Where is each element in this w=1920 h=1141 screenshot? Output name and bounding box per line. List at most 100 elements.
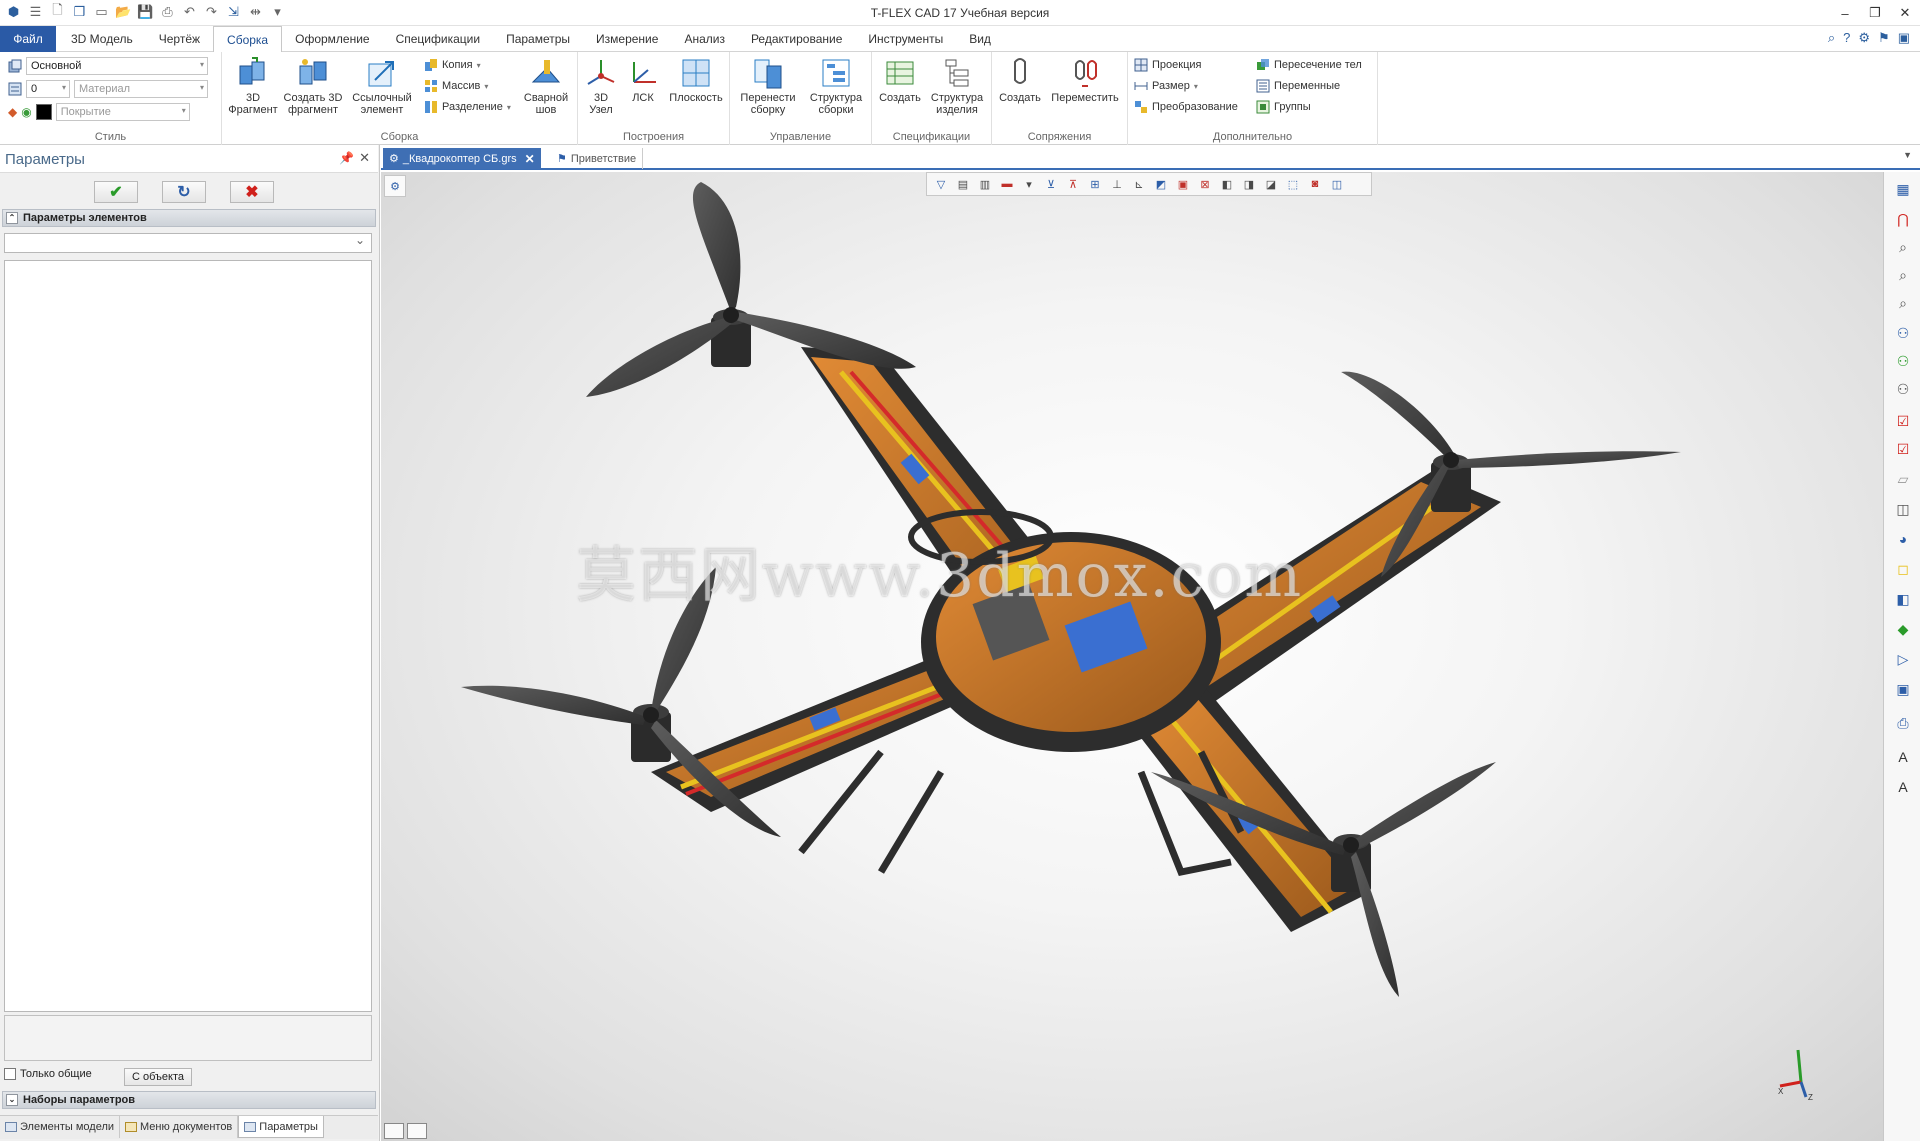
plane-view-icon[interactable]: ▱: [1891, 468, 1915, 490]
color-palette-icon[interactable]: ◉: [21, 105, 31, 119]
layout-icon[interactable]: ▣: [1898, 30, 1910, 46]
box-view-icon[interactable]: ◫: [1891, 498, 1915, 520]
tab-drawing[interactable]: Чертёж: [146, 26, 213, 52]
restore-icon[interactable]: ❐: [1860, 0, 1890, 26]
section-element-params[interactable]: ⌃ Параметры элементов: [2, 209, 376, 227]
search-icon[interactable]: ⌕: [1828, 30, 1835, 46]
cancel-button[interactable]: ✖: [230, 181, 274, 203]
product-structure-button[interactable]: Структура изделия: [926, 56, 988, 116]
show-all-checked-icon[interactable]: ☑: [1891, 438, 1915, 460]
quadcopter-model[interactable]: [381, 172, 1883, 1141]
projection-button[interactable]: Проекция: [1134, 58, 1201, 72]
transfer-assembly-button[interactable]: Перенести сборку: [736, 56, 800, 116]
tab-specifications[interactable]: Спецификации: [383, 26, 493, 52]
tab-3d-model[interactable]: 3D Модель: [58, 26, 146, 52]
create-mate-button[interactable]: Создать: [996, 56, 1044, 104]
tab-view[interactable]: Вид: [956, 26, 1004, 52]
zoom-icon[interactable]: ⌕: [1891, 236, 1915, 258]
flag-icon[interactable]: ⚑: [1878, 30, 1890, 46]
tab-design[interactable]: Оформление: [282, 26, 382, 52]
tab-document-menu[interactable]: Меню документов: [120, 1116, 239, 1138]
transformation-button[interactable]: Преобразование: [1134, 100, 1238, 114]
material-select[interactable]: Материал: [74, 80, 208, 98]
variables-button[interactable]: Переменные: [1256, 79, 1340, 93]
minimize-icon[interactable]: –: [1830, 0, 1860, 26]
yellow-box-icon[interactable]: ◻: [1891, 558, 1915, 580]
expand-icon[interactable]: ⌄: [6, 1094, 18, 1106]
from-object-button[interactable]: С объекта: [124, 1068, 192, 1086]
view-table-icon[interactable]: ▦: [1891, 178, 1915, 200]
body-intersection-button[interactable]: Пересечение тел: [1256, 58, 1362, 72]
tab-model-elements[interactable]: Элементы модели: [0, 1116, 121, 1138]
magnet-icon[interactable]: ⋂: [1891, 208, 1915, 230]
sphere-view-icon[interactable]: ◕: [1891, 528, 1915, 550]
tab-parameters-panel[interactable]: Параметры: [238, 1116, 324, 1138]
pin-icon[interactable]: 📌: [339, 151, 354, 165]
close-window-icon[interactable]: ✕: [1890, 0, 1920, 26]
single-view-icon[interactable]: [384, 1123, 404, 1139]
show-checked-icon[interactable]: ☑: [1891, 410, 1915, 432]
camera-icon[interactable]: ▷: [1891, 648, 1915, 670]
confirm-button[interactable]: ✔: [94, 181, 138, 203]
close-panel-icon[interactable]: ✕: [359, 150, 370, 166]
color-swatch[interactable]: [35, 104, 52, 120]
only-common-label: Только общие: [20, 1068, 92, 1080]
collapse-icon[interactable]: ⌃: [6, 212, 18, 224]
3d-fragment-button[interactable]: 3D Фрагмент: [226, 56, 280, 116]
zoom-fit-icon[interactable]: ⌕: [1891, 292, 1915, 314]
text-large-icon[interactable]: A: [1891, 746, 1915, 768]
palette-icon[interactable]: ◆: [8, 105, 17, 119]
ribbon-group-assembly: 3D Фрагмент Создать 3D фрагмент Ссылочны…: [222, 52, 578, 145]
array-button[interactable]: Массив ▾: [424, 79, 488, 93]
create-spec-button[interactable]: Создать: [876, 56, 924, 104]
element-params-dropdown[interactable]: [4, 233, 372, 253]
view-glasses-2-icon[interactable]: ⚇: [1891, 350, 1915, 372]
only-common-checkbox[interactable]: [4, 1068, 16, 1080]
tab-analysis[interactable]: Анализ: [671, 26, 738, 52]
move-mate-button[interactable]: Переместить: [1048, 56, 1122, 104]
split-label: Разделение: [442, 101, 503, 113]
tab-measurement[interactable]: Измерение: [583, 26, 671, 52]
cube-green-icon[interactable]: ◆: [1891, 618, 1915, 640]
tab-file[interactable]: Файл: [0, 26, 56, 52]
doc-tab-quadcopter[interactable]: ⚙ _Квадрокоптер СБ.grs ✕: [383, 148, 541, 169]
3d-node-button[interactable]: 3D Узел: [582, 56, 620, 116]
tab-editing[interactable]: Редактирование: [738, 26, 855, 52]
tab-assembly[interactable]: Сборка: [213, 26, 283, 53]
refresh-button[interactable]: ↻: [162, 181, 206, 203]
plane-button[interactable]: Плоскость: [666, 56, 726, 104]
tab-parameters[interactable]: Параметры: [493, 26, 583, 52]
layer-select[interactable]: Основной: [26, 57, 208, 75]
close-tab-icon[interactable]: ✕: [525, 152, 535, 166]
split-dropdown-icon: ▾: [506, 102, 511, 112]
groups-button[interactable]: Группы: [1256, 100, 1311, 114]
gear-icon[interactable]: ⚙: [1858, 30, 1870, 46]
screenshot-icon[interactable]: ▣: [1891, 678, 1915, 700]
reference-element-button[interactable]: Ссылочный элемент: [348, 56, 416, 116]
coating-select[interactable]: Покрытие: [55, 103, 190, 121]
help-icon[interactable]: ?: [1843, 30, 1850, 46]
dimension-button[interactable]: Размер ▾: [1134, 79, 1198, 93]
weld-seam-button[interactable]: Сварной шов: [518, 56, 574, 116]
create-3d-fragment-button[interactable]: Создать 3D фрагмент: [282, 56, 344, 116]
doc-tab-welcome[interactable]: ⚑ Приветствие: [551, 148, 644, 169]
assembly-structure-button[interactable]: Структура сборки: [804, 56, 868, 116]
copy-button[interactable]: Копия ▾: [424, 58, 481, 72]
lcs-button[interactable]: ЛСК: [624, 56, 662, 104]
tab-tools[interactable]: Инструменты: [855, 26, 956, 52]
parameters-list[interactable]: [4, 260, 372, 1012]
split-view-icon[interactable]: [407, 1123, 427, 1139]
checkmark-icon: ✔: [109, 184, 123, 201]
3d-viewport[interactable]: ⚙ ▽ ▤ ▥ ▬ ▾ ⊻ ⊼ ⊞ ⊥ ⊾ ◩ ▣ ⊠ ◧ ◨ ◪ ⬚ ◙ ◫: [381, 172, 1883, 1141]
view-glasses-icon[interactable]: ⚇: [1891, 322, 1915, 344]
level-stepper[interactable]: 0: [26, 80, 70, 98]
tabs-overflow-icon[interactable]: ▼: [1903, 150, 1912, 160]
cube-blue-icon[interactable]: ◧: [1891, 588, 1915, 610]
split-button[interactable]: Разделение ▾: [424, 100, 511, 114]
zoom-window-icon[interactable]: ⌕: [1891, 264, 1915, 286]
section-param-sets[interactable]: ⌄ Наборы параметров: [2, 1091, 376, 1109]
print-view-icon[interactable]: ⎙: [1891, 712, 1915, 734]
view-glasses-3-icon[interactable]: ⚇: [1891, 378, 1915, 400]
text-small-icon[interactable]: A: [1891, 776, 1915, 798]
group-label-assembly: Сборка: [380, 131, 419, 143]
